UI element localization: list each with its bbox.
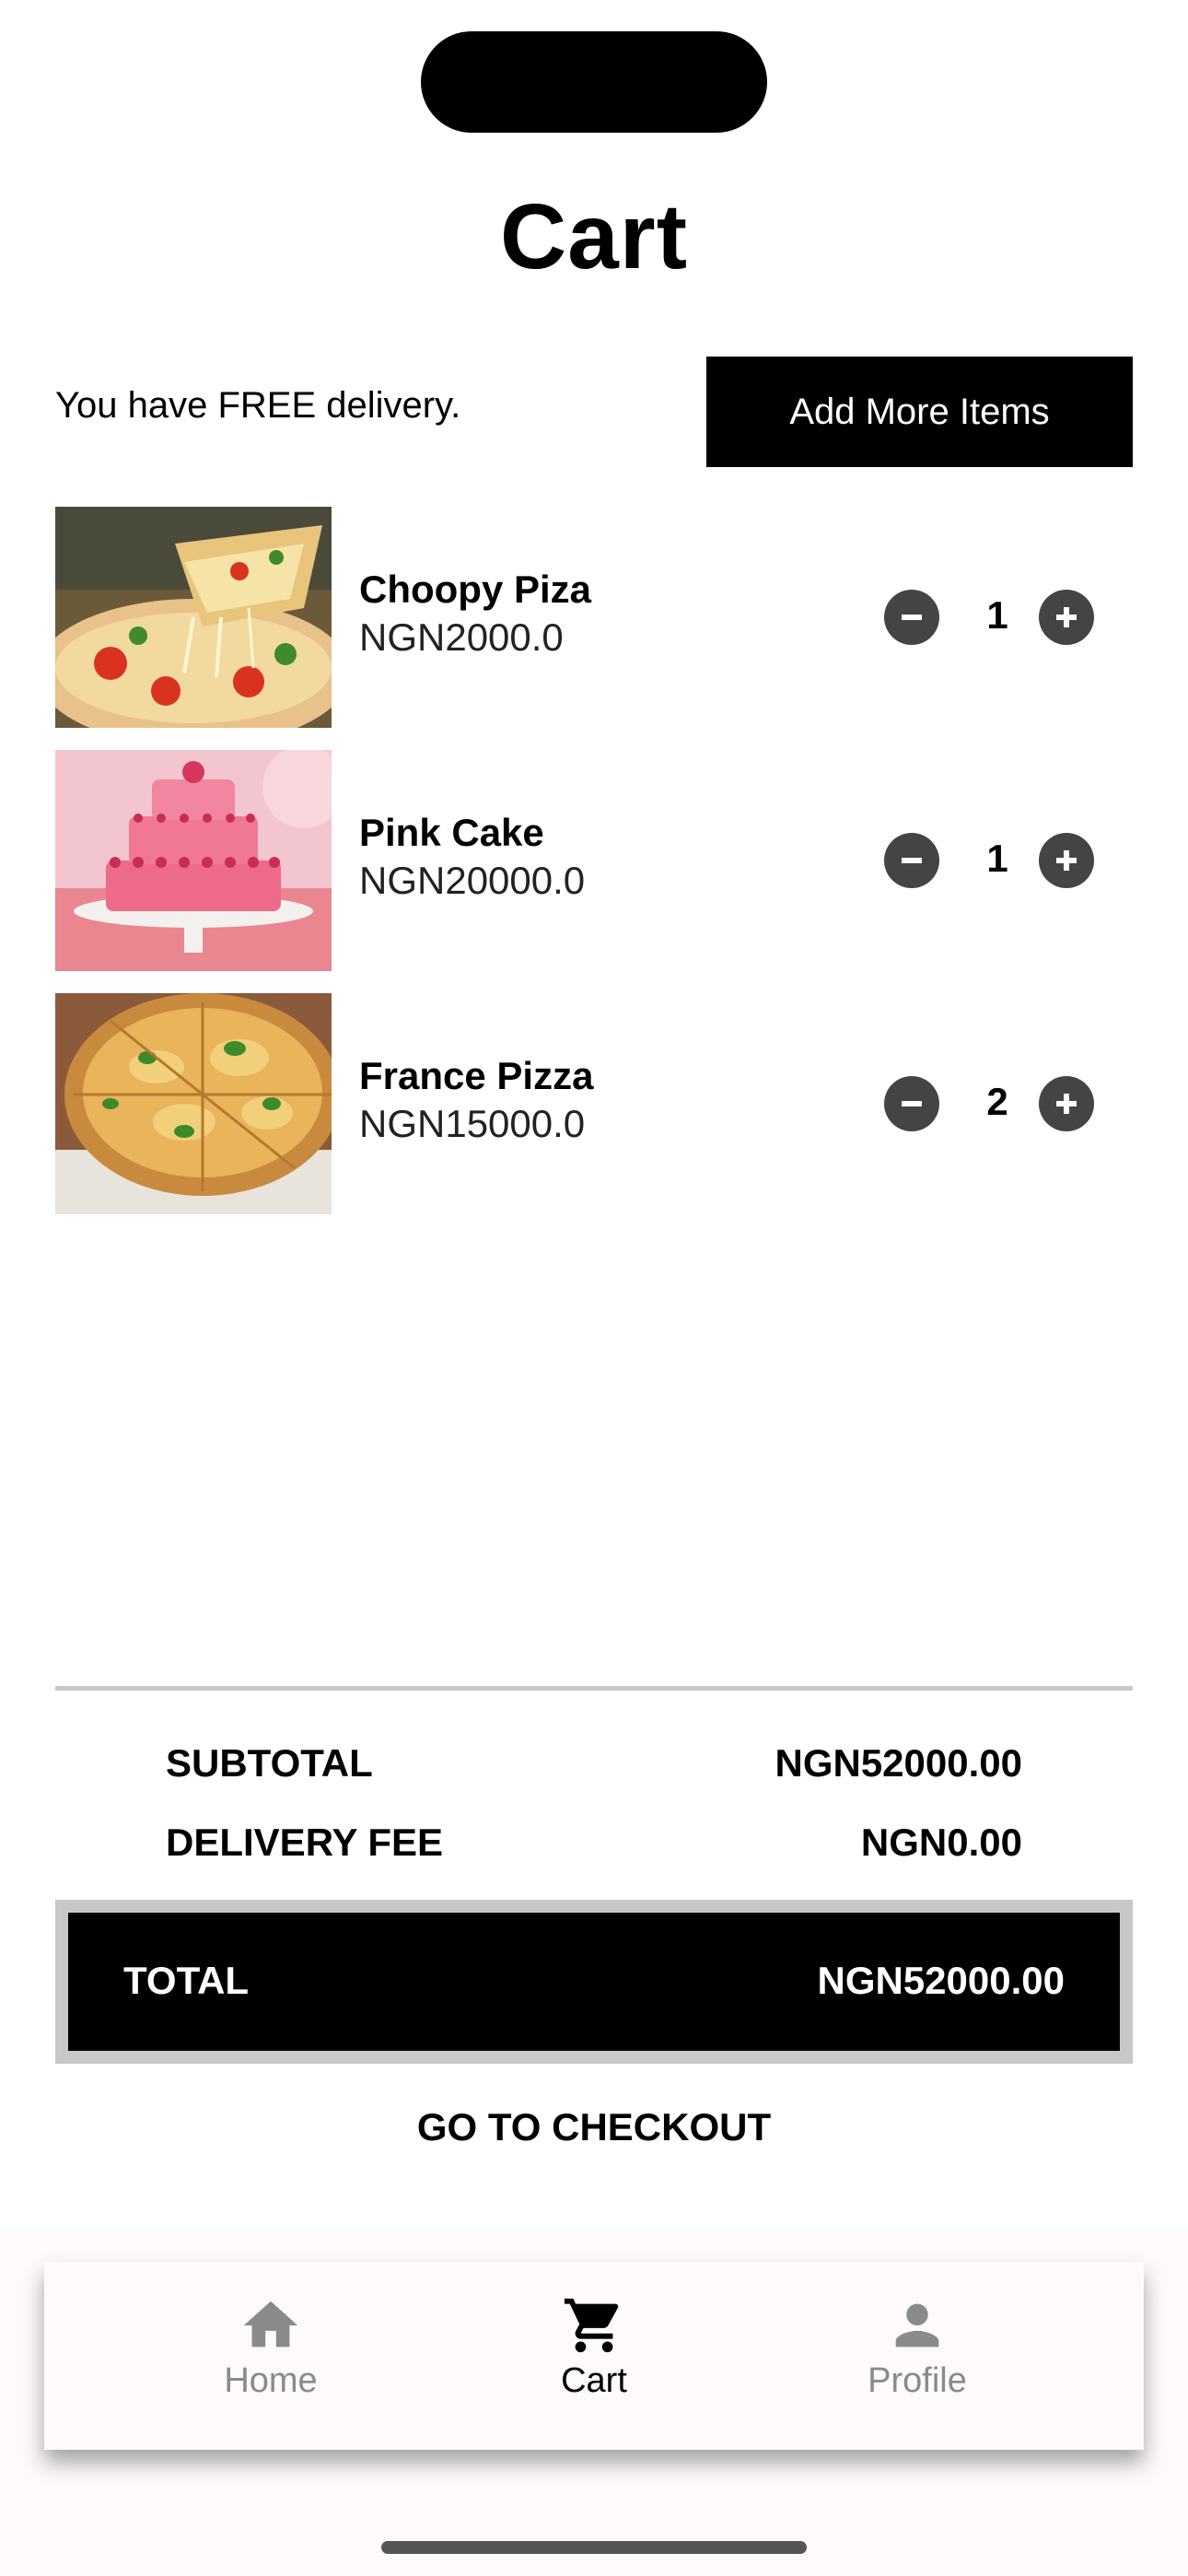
plus-icon — [1056, 607, 1077, 627]
item-quantity: 1 — [986, 593, 1008, 637]
decrease-quantity-button[interactable] — [884, 590, 939, 645]
subtotal-label: SUBTOTAL — [166, 1741, 373, 1785]
cart-item: Choopy Piza NGN2000.0 1 — [55, 507, 1133, 728]
delivery-fee-label: DELIVERY FEE — [166, 1821, 444, 1864]
total-panel: TOTAL NGN52000.00 — [55, 1900, 1133, 2064]
plus-icon — [1056, 1094, 1077, 1114]
subtotal-value: NGN52000.00 — [775, 1741, 1022, 1785]
summary-divider — [55, 1686, 1133, 1691]
total-box: TOTAL NGN52000.00 — [68, 1913, 1120, 2051]
item-name: Pink Cake — [359, 811, 544, 854]
home-icon — [243, 2301, 298, 2348]
delivery-message: You have FREE delivery. — [55, 385, 461, 426]
item-price: NGN20000.0 — [359, 859, 586, 902]
cart-item: France Pizza NGN15000.0 2 — [55, 993, 1133, 1214]
home-indicator[interactable] — [381, 2541, 807, 2554]
tab-home[interactable]: Home — [133, 2262, 409, 2450]
item-price: NGN15000.0 — [359, 1102, 586, 1145]
cake-image — [55, 750, 332, 971]
item-name: Choopy Piza — [359, 568, 592, 611]
item-price: NGN2000.0 — [359, 615, 564, 659]
item-name: France Pizza — [359, 1054, 594, 1097]
cart-icon — [564, 2298, 619, 2353]
tab-profile[interactable]: Profile — [779, 2262, 1055, 2450]
decrease-quantity-button[interactable] — [884, 1076, 939, 1131]
minus-icon — [902, 615, 922, 620]
tab-label: Profile — [868, 2361, 967, 2400]
pizza-image — [55, 507, 332, 728]
increase-quantity-button[interactable] — [1039, 833, 1094, 888]
dynamic-island — [421, 31, 767, 133]
tab-label: Cart — [561, 2361, 627, 2400]
checkout-button[interactable]: GO TO CHECKOUT — [0, 2105, 1188, 2149]
person-icon — [895, 2303, 939, 2348]
decrease-quantity-button[interactable] — [884, 833, 939, 888]
increase-quantity-button[interactable] — [1039, 1076, 1094, 1131]
add-more-items-button[interactable]: Add More Items — [706, 357, 1133, 467]
cart-item: Pink Cake NGN20000.0 1 — [55, 750, 1133, 971]
delivery-fee-value: NGN0.00 — [860, 1821, 1022, 1864]
increase-quantity-button[interactable] — [1039, 590, 1094, 645]
tab-label: Home — [224, 2361, 318, 2400]
plus-icon — [1056, 850, 1077, 871]
minus-icon — [902, 1101, 922, 1107]
minus-icon — [902, 858, 922, 863]
item-quantity: 1 — [986, 837, 1008, 880]
tab-cart[interactable]: Cart — [456, 2262, 732, 2450]
bottom-tab-bar: Home Cart Profile — [44, 2262, 1144, 2450]
item-quantity: 2 — [986, 1080, 1008, 1123]
total-value: NGN52000.00 — [817, 1959, 1065, 2002]
total-label: TOTAL — [123, 1959, 250, 2002]
pizza-image — [55, 993, 332, 1214]
page-title: Cart — [499, 185, 689, 288]
